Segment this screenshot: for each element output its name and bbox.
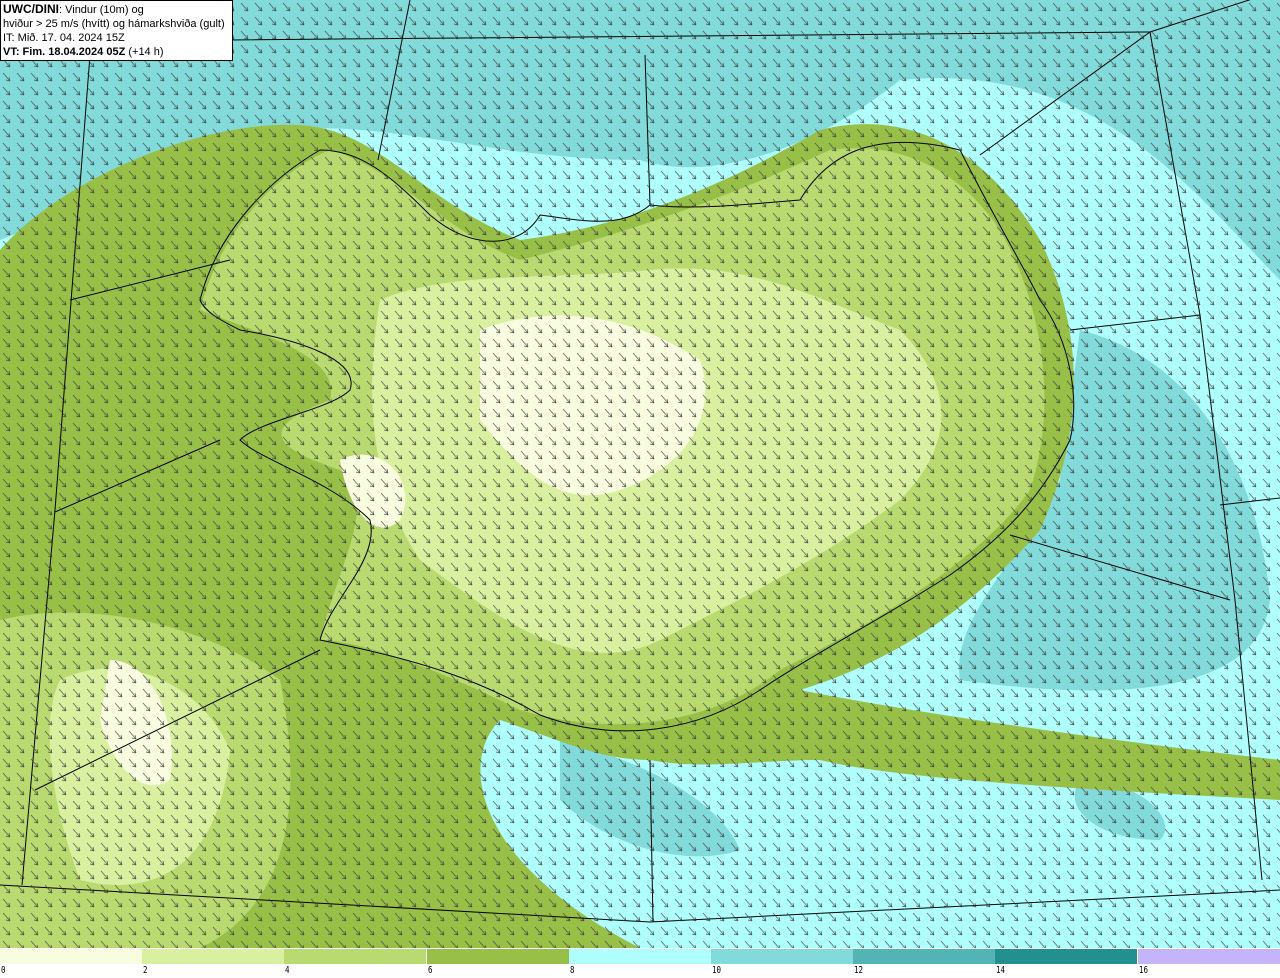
legend-swatch xyxy=(568,949,711,964)
legend-swatch xyxy=(142,949,285,964)
valid-time: VT: Fim. 18.04.2024 05Z xyxy=(3,46,126,58)
legend-swatch xyxy=(853,949,996,964)
wind-map xyxy=(0,0,1280,948)
init-time: IT: Mið. 17. 04. 2024 15Z xyxy=(3,32,125,44)
legend-tick: 12 xyxy=(854,965,864,976)
legend-tick: 16 xyxy=(1138,965,1148,976)
legend-swatch xyxy=(0,949,142,964)
map-title-box: UWC/DINI: Vindur (10m) og hviður > 25 m/… xyxy=(0,0,233,61)
title-line1: : Vindur (10m) og xyxy=(59,4,144,16)
legend-tick: 6 xyxy=(427,965,433,976)
legend-tick: 8 xyxy=(569,965,575,976)
model-name: UWC/DINI xyxy=(3,2,59,16)
legend-tick: 14 xyxy=(996,965,1006,976)
legend-tick: 4 xyxy=(285,965,290,976)
forecast-offset: (+14 h) xyxy=(125,46,164,58)
legend-swatch xyxy=(426,949,569,964)
legend-swatch xyxy=(1137,949,1280,964)
legend-tick: 2 xyxy=(143,965,148,976)
legend-swatch xyxy=(711,949,853,964)
wind-arrows xyxy=(0,0,1280,948)
title-line2: hviður > 25 m/s (hvítt) og hámarkshviða … xyxy=(3,18,225,30)
legend-tick: 0 xyxy=(1,965,6,976)
legend-swatch xyxy=(995,949,1138,964)
legend-tick: 10 xyxy=(712,965,722,976)
legend-swatch xyxy=(284,949,427,964)
color-legend: 0 2 4 6 8 10 12 14 16 xyxy=(0,948,1280,978)
